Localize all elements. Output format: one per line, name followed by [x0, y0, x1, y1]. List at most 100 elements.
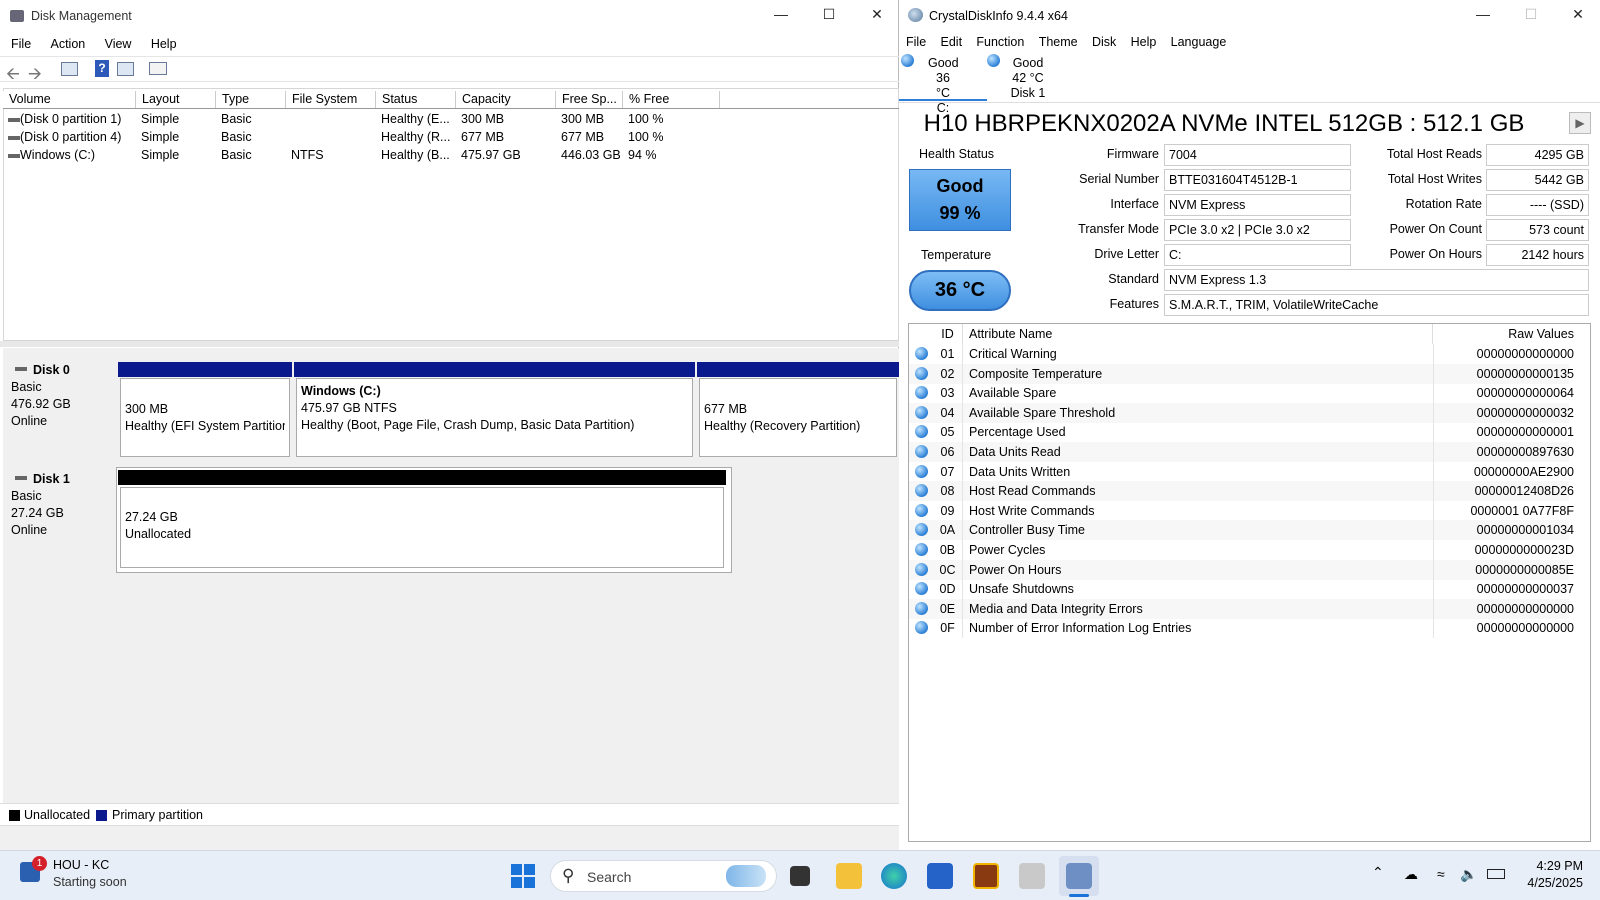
smart-raw-value: 00000000000000: [1433, 618, 1578, 639]
chevron-up-icon[interactable]: ⌃: [1372, 864, 1384, 881]
cloud-off-icon[interactable]: ☁: [1404, 866, 1418, 883]
disk1-unallocated-space[interactable]: 27.24 GB Unallocated: [120, 487, 724, 568]
disk1-label[interactable]: Disk 1 Basic 27.24 GB Online: [3, 467, 116, 572]
menu-theme[interactable]: Theme: [1039, 35, 1078, 49]
close-button[interactable]: ✕: [1555, 6, 1600, 23]
splitter[interactable]: [0, 341, 899, 347]
minimize-button[interactable]: —: [758, 6, 804, 22]
status-dot-icon: [915, 464, 928, 478]
drive-tab-disk1[interactable]: Good 42 °C Disk 1: [987, 53, 1073, 101]
forward-arrow-icon[interactable]: 🡪: [28, 61, 42, 90]
next-drive-button[interactable]: ▶: [1569, 112, 1591, 134]
table-cell: Basic: [221, 148, 252, 162]
smart-row[interactable]: 05 Percentage Used 00000000000001: [909, 422, 1574, 443]
menu-disk[interactable]: Disk: [1092, 35, 1116, 49]
smart-row[interactable]: 0A Controller Busy Time 00000000001034: [909, 520, 1574, 541]
col-type[interactable]: Type: [216, 91, 286, 108]
col-percent-free[interactable]: % Free: [623, 91, 720, 108]
back-arrow-icon[interactable]: 🡨: [6, 61, 20, 90]
status-dot-icon: [915, 601, 928, 615]
help-icon[interactable]: ?: [95, 60, 109, 77]
drive-tab-c[interactable]: Good 36 °C C:: [899, 53, 987, 115]
smart-row[interactable]: 07 Data Units Written 00000000AE2900: [909, 461, 1574, 482]
smart-row[interactable]: 01 Critical Warning 00000000000000: [909, 344, 1574, 364]
drive-label: Disk 1: [1010, 86, 1046, 100]
console-tree-icon[interactable]: [61, 62, 78, 76]
menu-language[interactable]: Language: [1171, 35, 1227, 49]
col-attribute-name[interactable]: Attribute Name: [963, 324, 1433, 344]
table-cell: Simple: [141, 130, 180, 144]
col-raw-values[interactable]: Raw Values: [1433, 324, 1578, 344]
battery-icon[interactable]: [1487, 869, 1505, 879]
col-status[interactable]: Status: [376, 91, 456, 108]
disk0-recovery-partition[interactable]: 677 MB Healthy (Recovery Partition): [699, 378, 897, 457]
clock-date[interactable]: 4/25/2025: [1513, 876, 1583, 890]
start-button[interactable]: [511, 864, 535, 888]
edge-browser-icon[interactable]: [881, 863, 907, 889]
file-explorer-icon[interactable]: [836, 863, 862, 889]
menu-function[interactable]: Function: [976, 35, 1024, 49]
properties-icon[interactable]: [117, 62, 134, 76]
task-view-icon[interactable]: [790, 866, 810, 886]
table-row[interactable]: Windows (C:) Simple Basic NTFS Healthy (B...…: [3, 147, 899, 165]
menu-file[interactable]: File: [906, 35, 926, 49]
smart-row[interactable]: 03 Available Spare 00000000000064: [909, 383, 1574, 404]
minimize-button[interactable]: —: [1460, 6, 1506, 22]
table-row[interactable]: (Disk 0 partition 4) Simple Basic Healthy (…: [3, 129, 899, 147]
disk0-windows-partition[interactable]: Windows (C:) 475.97 GB NTFS Healthy (Boo…: [296, 378, 693, 457]
smart-row[interactable]: 09 Host Write Commands 0000001 0A77F8F: [909, 500, 1574, 521]
smart-row[interactable]: 0F Number of Error Information Log Entrie…: [909, 618, 1574, 639]
disk1-state: Online: [11, 523, 48, 537]
smart-row[interactable]: 0E Media and Data Integrity Errors 0000000…: [909, 598, 1574, 619]
legend-primary: Primary partition: [112, 808, 203, 822]
standard-value: NVM Express 1.3: [1164, 269, 1589, 291]
col-file-system[interactable]: File System: [286, 91, 376, 108]
status-dot-icon: [915, 523, 928, 537]
smart-row[interactable]: 0D Unsafe Shutdowns 00000000000037: [909, 579, 1574, 600]
status-dot-icon: [915, 386, 928, 400]
col-layout[interactable]: Layout: [136, 91, 216, 108]
smart-row[interactable]: 0B Power Cycles 0000000000023D: [909, 540, 1574, 560]
smart-id: 0A: [933, 520, 963, 541]
disk0-efi-partition[interactable]: 300 MB Healthy (EFI System Partition: [120, 378, 290, 457]
microsoft-store-icon[interactable]: [927, 863, 953, 889]
maximize-button[interactable]: ☐: [1508, 6, 1554, 23]
menu-edit[interactable]: Edit: [941, 35, 963, 49]
smart-row[interactable]: 02 Composite Temperature 00000000000135: [909, 363, 1574, 384]
crystaldiskinfo-app-icon: [908, 8, 923, 22]
wifi-icon[interactable]: ≈: [1437, 866, 1445, 882]
smart-row[interactable]: 0C Power On Hours 0000000000085E: [909, 559, 1574, 580]
smart-row[interactable]: 06 Data Units Read 00000000897630: [909, 442, 1574, 462]
col-volume[interactable]: Volume: [3, 91, 136, 108]
smart-raw-value: 00000000000001: [1433, 422, 1578, 443]
col-free-space[interactable]: Free Sp...: [556, 91, 623, 108]
menu-action[interactable]: Action: [51, 37, 86, 51]
app-icon[interactable]: [973, 863, 999, 889]
smart-raw-value: 00000000000000: [1433, 598, 1578, 619]
disk-management-taskbar-icon[interactable]: [1019, 863, 1045, 889]
table-cell: 677 MB: [561, 130, 605, 144]
clock-time[interactable]: 4:29 PM: [1513, 859, 1583, 873]
rotation-rate-label: Rotation Rate: [1405, 197, 1482, 211]
volume-icon[interactable]: 🔈: [1460, 866, 1477, 883]
disk0-size: 476.92 GB: [11, 397, 71, 411]
smart-row[interactable]: 04 Available Spare Threshold 0000000000003…: [909, 402, 1574, 423]
interface-value: NVM Express: [1164, 194, 1351, 216]
widget-title[interactable]: HOU - KC: [53, 858, 109, 872]
maximize-button[interactable]: ☐: [806, 6, 852, 23]
window-title: Disk Management: [31, 9, 132, 23]
taskbar-search-box[interactable]: ⚲ Search: [550, 860, 777, 892]
menu-help[interactable]: Help: [1131, 35, 1157, 49]
col-capacity[interactable]: Capacity: [456, 91, 556, 108]
disk0-label[interactable]: Disk 0 Basic 476.92 GB Online: [3, 358, 116, 459]
crystaldiskinfo-taskbar-icon[interactable]: [1066, 863, 1092, 889]
menu-file[interactable]: File: [11, 37, 31, 51]
col-id[interactable]: ID: [933, 324, 963, 344]
disk0-type: Basic: [11, 380, 42, 394]
table-row[interactable]: (Disk 0 partition 1) Simple Basic Healthy (…: [3, 111, 899, 129]
menu-view[interactable]: View: [105, 37, 132, 51]
disk-view-icon[interactable]: [149, 62, 167, 75]
smart-row[interactable]: 08 Host Read Commands 00000012408D26: [909, 481, 1574, 502]
close-button[interactable]: ✕: [854, 6, 900, 23]
menu-help[interactable]: Help: [151, 37, 177, 51]
